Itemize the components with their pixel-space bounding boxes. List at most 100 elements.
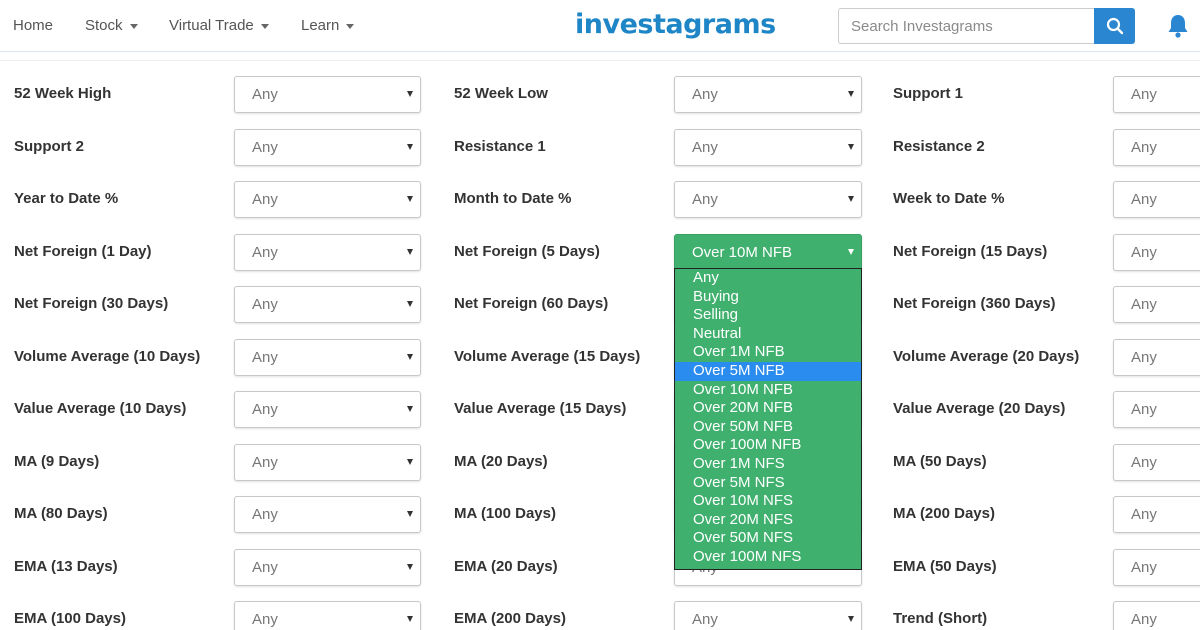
ema-100-days-label: EMA (100 Days) [14, 610, 126, 627]
net-foreign-30-days-select[interactable]: Any [234, 286, 421, 323]
caret-down-icon [407, 249, 413, 255]
dropdown-option[interactable]: Over 10M NFB [675, 381, 861, 400]
net-foreign-5-days-select[interactable]: Over 10M NFB [674, 234, 862, 271]
dropdown-option[interactable]: Over 50M NFS [675, 529, 861, 548]
caret-down-icon [848, 616, 854, 622]
resistance-1-select[interactable]: Any [674, 129, 862, 166]
net-foreign-360-days-label: Net Foreign (360 Days) [893, 295, 1056, 312]
dropdown-option[interactable]: Over 20M NFS [675, 511, 861, 530]
site-logo[interactable]: investagrams [575, 9, 776, 40]
support-2-select[interactable]: Any [234, 129, 421, 166]
ma-100-days-label: MA (100 Days) [454, 505, 556, 522]
ma-20-days-label: MA (20 Days) [454, 453, 548, 470]
net-foreign-15-days-label: Net Foreign (15 Days) [893, 243, 1048, 260]
nav-virtual-trade[interactable]: Virtual Trade [169, 17, 269, 34]
week-to-date-select[interactable]: Any [1113, 181, 1200, 218]
chevron-down-icon [260, 24, 269, 29]
select-value: Any [1131, 296, 1157, 313]
net-foreign-15-days-select[interactable]: Any [1113, 234, 1200, 271]
dropdown-option[interactable]: Any [675, 269, 861, 288]
bell-icon[interactable] [1166, 13, 1190, 39]
month-to-date-select[interactable]: Any [674, 181, 862, 218]
dropdown-option[interactable]: Neutral [675, 325, 861, 344]
caret-down-icon [407, 616, 413, 622]
select-value: Any [252, 244, 278, 261]
dropdown-option[interactable]: Over 50M NFB [675, 418, 861, 437]
caret-down-icon [848, 196, 854, 202]
net-foreign-5-days-label: Net Foreign (5 Days) [454, 243, 600, 260]
ma-200-days-select[interactable]: Any [1113, 496, 1200, 533]
caret-down-icon [848, 249, 854, 255]
ma-200-days-label: MA (200 Days) [893, 505, 995, 522]
dropdown-option[interactable]: Over 1M NFS [675, 455, 861, 474]
ema-13-days-select[interactable]: Any [234, 549, 421, 586]
support-2-label: Support 2 [14, 138, 84, 155]
net-foreign-1-day-select[interactable]: Any [234, 234, 421, 271]
ma-50-days-select[interactable]: Any [1113, 444, 1200, 481]
caret-down-icon [848, 91, 854, 97]
top-navbar: Home Stock Virtual Trade Learn investagr… [0, 0, 1200, 52]
select-value: Any [692, 611, 718, 628]
select-value: Any [1131, 611, 1157, 628]
52-week-low-select[interactable]: Any [674, 76, 862, 113]
support-1-label: Support 1 [893, 85, 963, 102]
select-value: Any [1131, 401, 1157, 418]
select-value: Any [252, 454, 278, 471]
search-input[interactable] [838, 8, 1094, 44]
select-value: Any [1131, 349, 1157, 366]
dropdown-option[interactable]: Over 20M NFB [675, 399, 861, 418]
dropdown-option[interactable]: Buying [675, 288, 861, 307]
search-button[interactable] [1094, 8, 1135, 44]
select-value: Any [252, 506, 278, 523]
net-foreign-5-days-options: Any Buying Selling Neutral Over 1M NFB Over 5… [674, 268, 862, 570]
ema-200-days-select[interactable]: Any [674, 601, 862, 630]
net-foreign-60-days-label: Net Foreign (60 Days) [454, 295, 609, 312]
resistance-1-label: Resistance 1 [454, 138, 546, 155]
value-average-10-days-label: Value Average (10 Days) [14, 400, 187, 417]
52-week-high-select[interactable]: Any [234, 76, 421, 113]
net-foreign-30-days-label: Net Foreign (30 Days) [14, 295, 169, 312]
nav-learn[interactable]: Learn [301, 17, 355, 34]
nav-stock[interactable]: Stock [85, 17, 138, 34]
select-value: Any [1131, 506, 1157, 523]
ema-20-days-label: EMA (20 Days) [454, 558, 558, 575]
volume-average-15-days-label: Volume Average (15 Days) [454, 348, 641, 365]
volume-average-10-days-select[interactable]: Any [234, 339, 421, 376]
dropdown-option[interactable]: Selling [675, 306, 861, 325]
select-value: Any [252, 191, 278, 208]
select-value: Any [252, 296, 278, 313]
ema-100-days-select[interactable]: Any [234, 601, 421, 630]
chevron-down-icon [129, 24, 138, 29]
volume-average-20-days-select[interactable]: Any [1113, 339, 1200, 376]
dropdown-option[interactable]: Over 100M NFB [675, 436, 861, 455]
ma-80-days-select[interactable]: Any [234, 496, 421, 533]
dropdown-option[interactable]: Over 5M NFB [675, 361, 861, 381]
search-icon [1106, 17, 1123, 35]
value-average-10-days-select[interactable]: Any [234, 391, 421, 428]
dropdown-option[interactable]: Over 100M NFS [675, 548, 861, 567]
value-average-20-days-select[interactable]: Any [1113, 391, 1200, 428]
ema-50-days-label: EMA (50 Days) [893, 558, 997, 575]
nav-home[interactable]: Home [13, 17, 53, 34]
ma-50-days-label: MA (50 Days) [893, 453, 987, 470]
ema-50-days-select[interactable]: Any [1113, 549, 1200, 586]
52-week-high-label: 52 Week High [14, 85, 112, 102]
ema-13-days-label: EMA (13 Days) [14, 558, 118, 575]
trend-short-select[interactable]: Any [1113, 601, 1200, 630]
net-foreign-360-days-select[interactable]: Any [1113, 286, 1200, 323]
caret-down-icon [407, 459, 413, 465]
dropdown-option[interactable]: Over 5M NFS [675, 474, 861, 493]
trend-short-label: Trend (Short) [893, 610, 988, 627]
ma-9-days-select[interactable]: Any [234, 444, 421, 481]
caret-down-icon [407, 144, 413, 150]
dropdown-option[interactable]: Over 1M NFB [675, 343, 861, 362]
select-value: Any [252, 139, 278, 156]
year-to-date-select[interactable]: Any [234, 181, 421, 218]
ma-80-days-label: MA (80 Days) [14, 505, 108, 522]
nav-learn-label: Learn [301, 17, 340, 34]
support-1-select[interactable]: Any [1113, 76, 1200, 113]
resistance-2-label: Resistance 2 [893, 138, 985, 155]
caret-down-icon [407, 196, 413, 202]
dropdown-option[interactable]: Over 10M NFS [675, 492, 861, 511]
resistance-2-select[interactable]: Any [1113, 129, 1200, 166]
